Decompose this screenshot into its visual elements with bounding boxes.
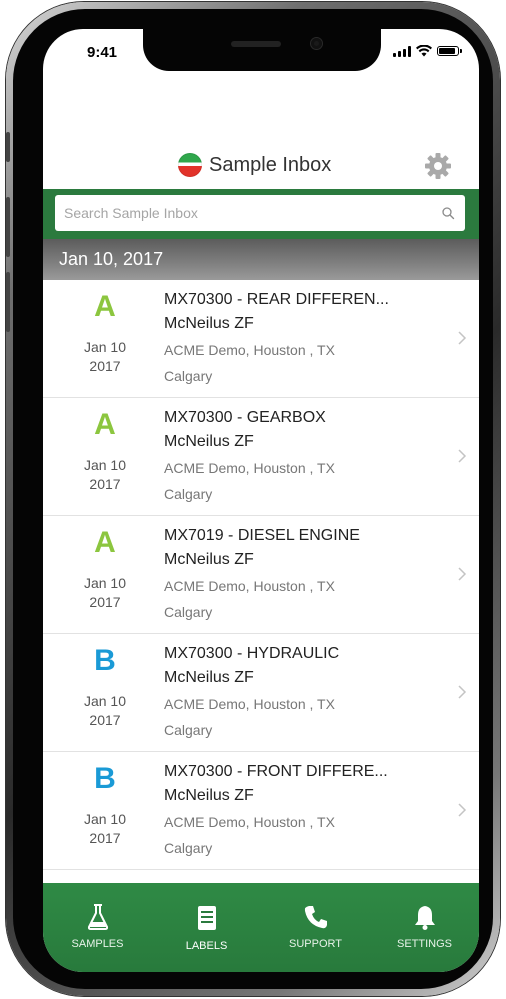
sample-date: Jan 10 2017: [73, 338, 137, 376]
sample-row[interactable]: B Jan 10 2017 MX70300 - FRONT DIFFERE...…: [43, 752, 479, 870]
sample-list: A Jan 10 2017 MX70300 - REAR DIFFEREN...…: [43, 280, 479, 870]
flask-icon: [87, 904, 108, 930]
tab-settings[interactable]: SETTINGS: [370, 883, 479, 972]
grade-badge: A: [94, 526, 116, 559]
sample-date-year: 2017: [89, 358, 121, 374]
sample-date-day: Jan 10: [83, 457, 127, 473]
bell-icon: [414, 906, 435, 930]
sample-row[interactable]: A Jan 10 2017 MX70300 - REAR DIFFEREN...…: [43, 280, 479, 398]
sample-location: ACME Demo, Houston , TX: [164, 814, 335, 830]
chevron-right-icon: [458, 449, 467, 463]
date-section-header: Jan 10, 2017: [43, 239, 479, 280]
sample-title: MX70300 - REAR DIFFEREN...: [164, 291, 389, 308]
tab-labels[interactable]: LABELS: [152, 883, 261, 972]
sample-date-day: Jan 10: [83, 339, 127, 355]
sample-title: MX7019 - DIESEL ENGINE: [164, 527, 360, 544]
sample-customer: McNeilus ZF: [164, 315, 254, 332]
volume-up-button: [6, 197, 10, 257]
status-time: 9:41: [87, 44, 118, 61]
grade-badge: A: [94, 290, 116, 323]
sample-customer: McNeilus ZF: [164, 787, 254, 804]
page-title: Sample Inbox: [178, 153, 331, 177]
tab-samples-label: SAMPLES: [71, 938, 124, 950]
sample-location: ACME Demo, Houston , TX: [164, 342, 335, 358]
signal-icon: [393, 45, 411, 57]
tab-labels-label: LABELS: [185, 940, 228, 952]
chevron-right-icon: [458, 685, 467, 699]
sample-location: ACME Demo, Houston , TX: [164, 696, 335, 712]
sample-location: ACME Demo, Houston , TX: [164, 460, 335, 476]
sample-date: Jan 10 2017: [73, 692, 137, 730]
sample-title: MX70300 - GEARBOX: [164, 409, 326, 426]
phone-icon: [304, 906, 327, 929]
labels-icon: [197, 906, 216, 930]
page-title-text: Sample Inbox: [209, 153, 332, 176]
app-header: Sample Inbox: [43, 139, 479, 189]
sample-date: Jan 10 2017: [73, 810, 137, 848]
sample-title: MX70300 - HYDRAULIC: [164, 645, 340, 662]
speaker-grille: [231, 41, 281, 47]
front-camera: [311, 38, 322, 49]
chevron-right-icon: [458, 803, 467, 817]
mute-switch: [6, 132, 10, 162]
tab-bar: SAMPLES LABELS SUPPORT SETTINGS: [43, 883, 479, 972]
chevron-right-icon: [458, 567, 467, 581]
tab-samples[interactable]: SAMPLES: [43, 883, 152, 972]
sample-site: Calgary: [164, 486, 213, 502]
gear-icon[interactable]: [423, 151, 453, 181]
grade-badge: A: [94, 408, 116, 441]
grade-badge: B: [94, 762, 116, 795]
volume-down-button: [6, 272, 10, 332]
sample-site: Calgary: [164, 722, 213, 738]
chevron-right-icon: [458, 331, 467, 345]
sample-date: Jan 10 2017: [73, 456, 137, 494]
sample-customer: McNeilus ZF: [164, 551, 254, 568]
sample-date: Jan 10 2017: [73, 574, 137, 612]
wifi-icon: [416, 45, 432, 57]
sample-date-day: Jan 10: [83, 811, 127, 827]
search-input[interactable]: [62, 204, 435, 222]
sample-title: MX70300 - FRONT DIFFERE...: [164, 763, 388, 780]
sample-date-year: 2017: [89, 476, 121, 492]
tab-support-label: SUPPORT: [289, 938, 342, 950]
sample-site: Calgary: [164, 368, 213, 384]
sample-site: Calgary: [164, 840, 213, 856]
search-bar: [43, 189, 479, 239]
sample-row[interactable]: A Jan 10 2017 MX7019 - DIESEL ENGINE McN…: [43, 516, 479, 634]
battery-icon: [437, 46, 462, 56]
sample-location: ACME Demo, Houston , TX: [164, 578, 335, 594]
sample-date-year: 2017: [89, 712, 121, 728]
search-icon[interactable]: [441, 206, 455, 220]
brand-logo-icon: [178, 153, 202, 177]
sample-row[interactable]: A Jan 10 2017 MX70300 - GEARBOX McNeilus…: [43, 398, 479, 516]
sample-date-day: Jan 10: [83, 575, 127, 591]
search-box[interactable]: [55, 195, 465, 231]
sample-site: Calgary: [164, 604, 213, 620]
app-screen: 9:41 Sample Inbox Search Sample Inbox Ja…: [43, 29, 479, 972]
sample-date-year: 2017: [89, 830, 121, 846]
grade-badge: B: [94, 644, 116, 677]
sample-date-year: 2017: [89, 594, 121, 610]
status-icons: [393, 45, 462, 57]
sample-date-day: Jan 10: [83, 693, 127, 709]
sample-customer: McNeilus ZF: [164, 433, 254, 450]
tab-support[interactable]: SUPPORT: [261, 883, 370, 972]
sample-row[interactable]: B Jan 10 2017 MX70300 - HYDRAULIC McNeil…: [43, 634, 479, 752]
notch: [143, 29, 381, 71]
tab-settings-label: SETTINGS: [396, 938, 452, 950]
sample-customer: McNeilus ZF: [164, 669, 254, 686]
